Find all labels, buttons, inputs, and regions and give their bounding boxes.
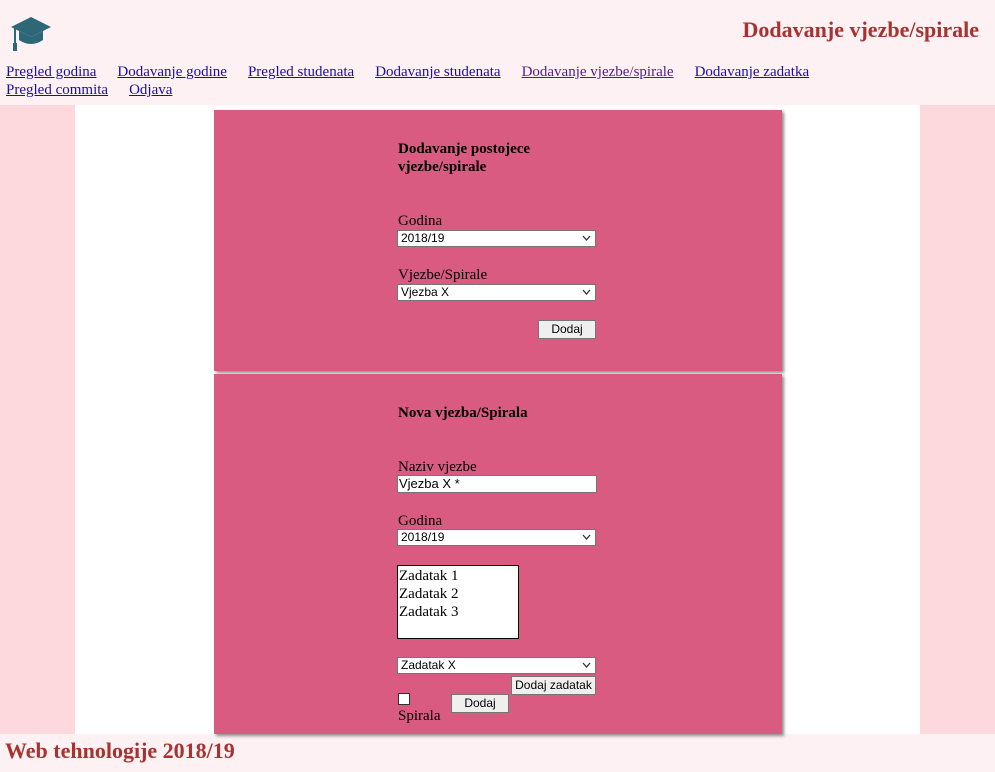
naziv-input[interactable]: Vjezba X * <box>397 475 597 493</box>
zadaci-listbox[interactable]: Zadatak 1 Zadatak 2 Zadatak 3 <box>397 565 519 639</box>
chevron-down-icon <box>582 235 591 241</box>
dodaj-new-button[interactable]: Dodaj <box>451 694 509 713</box>
vjezbe-label: Vjezbe/Spirale <box>398 267 488 283</box>
nav-link-dodavanje-godine[interactable]: Dodavanje godine <box>117 64 227 80</box>
naziv-label: Naziv vjezbe <box>398 459 477 475</box>
spirala-checkbox[interactable] <box>398 693 410 705</box>
zadatak-select-value: Zadatak X <box>401 658 456 672</box>
godina-select[interactable]: 2018/19 <box>397 230 596 247</box>
new-exercise-form: Nova vjezba/Spirala Naziv vjezbe Vjezba … <box>214 374 782 734</box>
existing-exercise-form: Dodavanje postojece vjezbe/spirale Godin… <box>214 110 782 371</box>
graduation-cap-icon <box>11 17 51 51</box>
nav-link-dodavanje-vjezbe[interactable]: Dodavanje vjezbe/spirale <box>522 64 674 80</box>
vjezbe-select[interactable]: Vjezba X <box>397 284 596 301</box>
footer-text: Web tehnologije 2018/19 <box>5 738 235 763</box>
left-sidebar <box>0 105 75 734</box>
nav-link-odjava[interactable]: Odjava <box>129 82 172 98</box>
godina-select-value: 2018/19 <box>401 231 445 245</box>
vjezbe-select-value: Vjezba X <box>401 285 450 299</box>
page-title: Dodavanje vjezbe/spirale <box>742 17 979 42</box>
list-item[interactable]: Zadatak 2 <box>399 585 518 603</box>
godina-select[interactable]: 2018/19 <box>397 529 596 546</box>
right-sidebar <box>920 105 995 734</box>
nav-link-pregled-godina[interactable]: Pregled godina <box>6 64 96 80</box>
godina-label: Godina <box>398 513 443 529</box>
spirala-label: Spirala <box>398 708 441 724</box>
list-item[interactable]: Zadatak 3 <box>399 603 518 621</box>
chevron-down-icon <box>582 289 591 295</box>
chevron-down-icon <box>582 534 591 540</box>
dodaj-zadatak-button[interactable]: Dodaj zadatak <box>511 676 596 695</box>
godina-select-value: 2018/19 <box>401 530 445 544</box>
new-form-heading: Nova vjezba/Spirala <box>398 405 528 421</box>
nav-link-dodavanje-studenata[interactable]: Dodavanje studenata <box>375 64 500 80</box>
nav-link-pregled-commita[interactable]: Pregled commita <box>6 82 108 98</box>
nav-link-dodavanje-zadatka[interactable]: Dodavanje zadatka <box>695 64 810 80</box>
zadatak-select[interactable]: Zadatak X <box>397 657 596 674</box>
dodaj-existing-button[interactable]: Dodaj <box>538 320 596 339</box>
nav-link-pregled-studenata[interactable]: Pregled studenata <box>248 64 354 80</box>
list-item[interactable]: Zadatak 1 <box>399 567 518 585</box>
header: Dodavanje vjezbe/spirale Pregled godina D… <box>0 0 995 105</box>
chevron-down-icon <box>582 662 591 668</box>
main-nav: Pregled godina Dodavanje godine Pregled st… <box>6 63 906 99</box>
existing-form-heading: Dodavanje postojece vjezbe/spirale <box>398 141 531 175</box>
godina-label: Godina <box>398 213 443 229</box>
